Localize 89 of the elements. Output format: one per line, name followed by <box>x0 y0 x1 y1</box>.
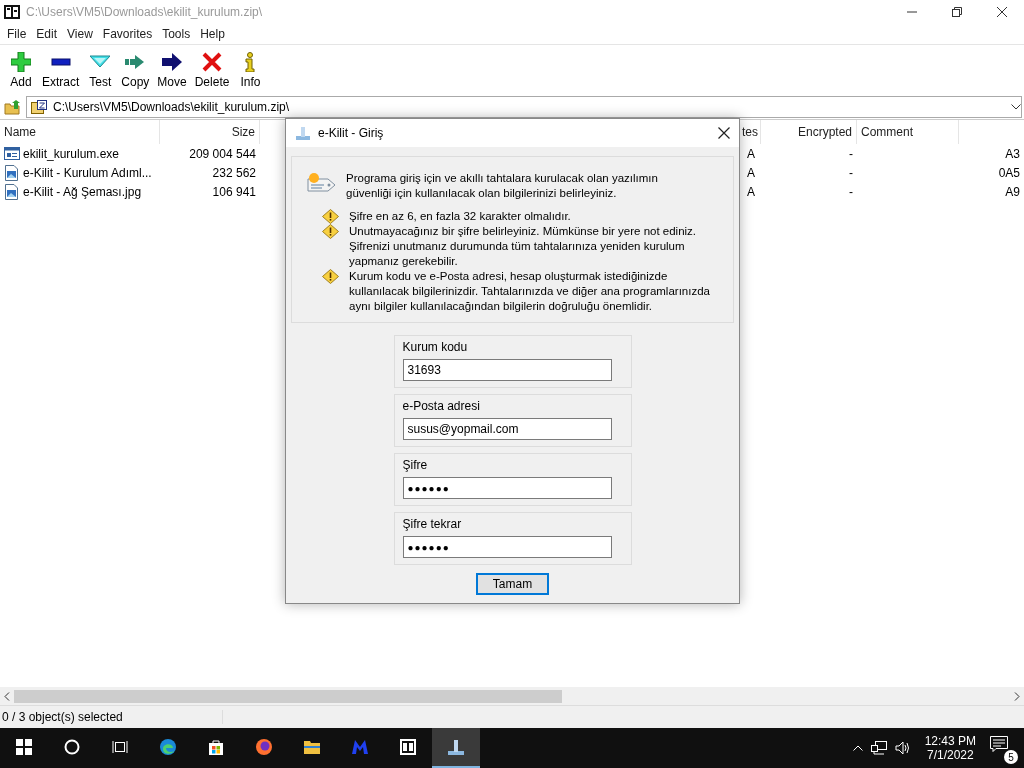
file-name[interactable]: e-Kilit - Ağ Şeması.jpg <box>23 184 142 199</box>
up-folder-icon[interactable] <box>4 99 20 115</box>
file-size: 106 941 <box>211 184 257 199</box>
network-icon[interactable] <box>870 741 887 755</box>
image-file-icon <box>4 183 20 200</box>
toolbar-button[interactable]: Info <box>233 51 268 89</box>
scroll-right-icon[interactable] <box>1014 691 1020 701</box>
archive-icon <box>4 5 20 19</box>
m-shape-icon <box>352 739 368 755</box>
table-cell-text: A9 <box>1004 184 1021 199</box>
toolbar-button[interactable]: Copy <box>117 51 154 89</box>
scroll-left-icon[interactable] <box>4 691 10 701</box>
store-icon <box>208 739 224 755</box>
taskbar-button[interactable] <box>432 728 480 768</box>
delete-icon <box>202 51 223 72</box>
arrow-icon <box>162 51 183 72</box>
clock-date[interactable]: 7/1/2022 <box>926 748 974 762</box>
warning-icon <box>322 224 339 239</box>
table-cell-text: 0A5 <box>997 165 1021 180</box>
input-field[interactable]: 31693 <box>402 359 612 381</box>
menu-item[interactable]: File <box>2 27 32 41</box>
archive-icon <box>31 100 47 114</box>
file-encrypted: - <box>848 146 854 161</box>
table-cell-text: A3 <box>1004 146 1021 161</box>
input-field[interactable]: susus@yopmail.com <box>402 418 612 440</box>
notification-icon[interactable] <box>990 736 1008 752</box>
browser-icon <box>160 739 176 755</box>
intro-text: Programa giriş için ve akıllı tahtalara kurulacak olan yazılımın güvenliği için kullanılacak olan bilgilerinizi belirleyiniz. <box>346 171 659 201</box>
app-icon <box>448 739 464 755</box>
toolbar-button[interactable]: Test <box>83 51 118 89</box>
menu-item[interactable]: Favorites <box>97 27 158 41</box>
restore-icon[interactable] <box>951 7 962 17</box>
dropdown-icon[interactable] <box>1011 104 1021 110</box>
menu-item[interactable]: View <box>62 27 98 41</box>
status-text: 0 / 3 object(s) selected <box>2 710 223 724</box>
column-header[interactable]: Name <box>0 120 160 144</box>
file-size: 209 004 544 <box>188 146 257 161</box>
clock-time[interactable]: 12:43 PM <box>924 734 976 748</box>
window-title: C:\Users\VM5\Downloads\ekilit_kurulum.zip\ <box>26 5 264 19</box>
plus-icon <box>11 51 31 72</box>
field-label: Şifre <box>402 458 429 472</box>
volume-icon[interactable] <box>894 741 911 755</box>
file-attributes: A <box>746 165 756 180</box>
file-encrypted: - <box>848 184 854 199</box>
ok-button[interactable]: Tamam <box>476 573 549 595</box>
note-text: Unutmayacağınız bir şifre belirleyiniz. Mümkünse bir yere not ediniz. Şifrenizi unutmanız durumunda tüm tahtalarınıza yeniden kurulum yapmanız gerekebilir. <box>349 224 698 269</box>
file-encrypted: - <box>848 165 854 180</box>
password-field[interactable]: ●●●●●● <box>402 536 612 558</box>
dialog-title: e-Kilit - Giriş <box>318 126 385 140</box>
task-view-icon <box>112 739 128 755</box>
password-field[interactable]: ●●●●●● <box>402 477 612 499</box>
menu-item[interactable]: Edit <box>31 27 63 41</box>
file-attributes: A <box>746 184 756 199</box>
menu-item[interactable]: Tools <box>157 27 196 41</box>
file-size: 232 562 <box>211 165 257 180</box>
search-icon <box>64 739 80 755</box>
field-label: Şifre tekrar <box>402 517 463 531</box>
image-file-icon <box>4 164 20 181</box>
folder-icon <box>304 739 320 755</box>
column-header[interactable]: Encrypted <box>761 120 857 144</box>
scrollbar-thumb[interactable] <box>14 689 562 703</box>
address-field[interactable]: C:\Users\VM5\Downloads\ekilit_kurulum.zip\ <box>26 96 1022 118</box>
notification-count: 5 <box>1004 750 1018 764</box>
app-icon <box>296 126 310 140</box>
close-icon[interactable] <box>996 7 1007 17</box>
file-name[interactable]: ekilit_kurulum.exe <box>23 146 120 161</box>
start-icon <box>16 739 32 755</box>
menu-item[interactable]: Help <box>195 27 230 41</box>
toolbar-button[interactable]: Extract <box>38 51 84 89</box>
file-attributes: A <box>746 146 756 161</box>
file-name[interactable]: e-Kilit - Kurulum Adıml... <box>23 165 152 180</box>
label-tag-icon <box>306 171 336 193</box>
toolbar-button[interactable]: Move <box>153 51 191 89</box>
warning-icon <box>322 269 339 284</box>
field-label: Kurum kodu <box>402 340 469 354</box>
toolbar-button[interactable]: Add <box>4 51 38 89</box>
toolbar-button[interactable]: Delete <box>190 51 234 89</box>
note-text: Kurum kodu ve e-Posta adresi, hesap oluşturmak istediğinizde kullanılacak bilgilerinizdir. Tahtalarınızda ve diğer ana programlarınızda aynı bilgiler kullanılacağından bilgilerin doğruluğu önemlidir. <box>349 269 711 314</box>
note-text: Şifre en az 6, en fazla 32 karakter olmalıdır. <box>349 209 572 224</box>
archive-icon <box>400 739 416 755</box>
column-header[interactable]: Comment <box>857 120 959 144</box>
chevron-icon[interactable] <box>852 745 863 751</box>
field-label: e-Posta adresi <box>402 399 481 413</box>
warning-icon <box>322 209 339 224</box>
close-icon[interactable] <box>718 127 730 139</box>
column-header[interactable]: tes <box>741 120 761 144</box>
program-file-icon <box>4 145 20 162</box>
browser-icon <box>256 739 272 755</box>
column-header[interactable]: Size <box>160 120 260 144</box>
